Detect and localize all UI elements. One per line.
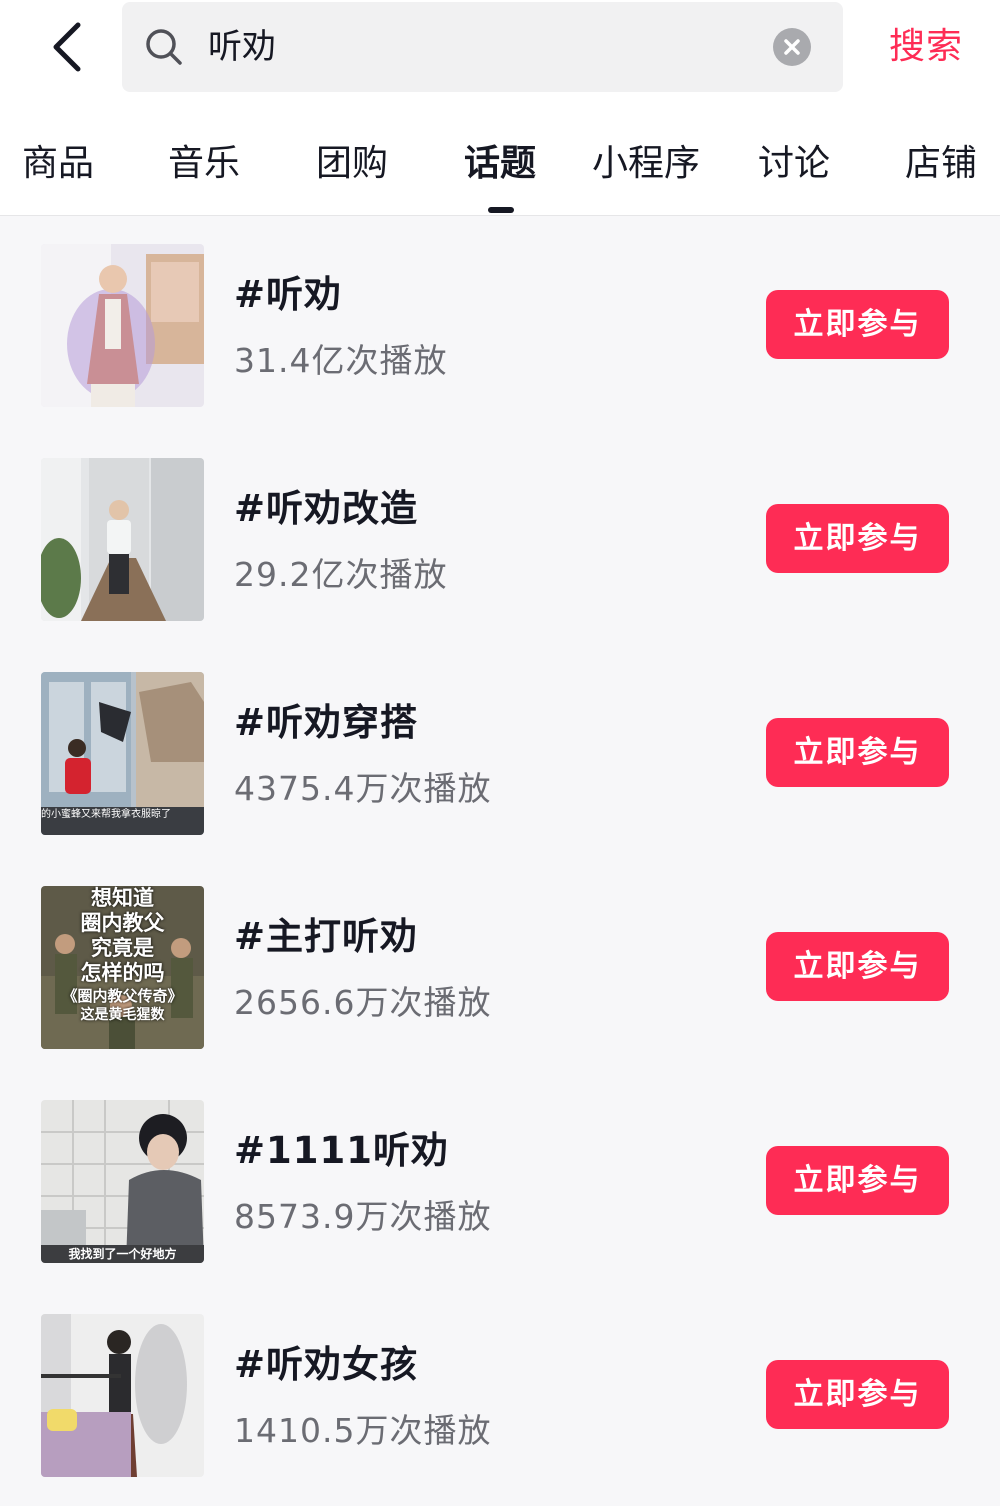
thumbnail-caption-line: 究竟是: [91, 936, 154, 960]
topic-title: #听劝: [234, 273, 343, 316]
thumbnail-caption-line: 《圈内教父传奇》: [62, 987, 183, 1005]
topic-thumbnail: 的小蜜蜂又来帮我拿衣服晾了: [41, 672, 204, 835]
topic-play-count: 1410.5万次播放: [234, 1411, 492, 1450]
topic-row[interactable]: #听劝改造 29.2亿次播放 立即参与: [0, 430, 1000, 644]
back-button[interactable]: [40, 16, 96, 78]
tab-music[interactable]: 音乐: [168, 136, 240, 192]
topic-row[interactable]: #听劝女孩 1410.5万次播放 立即参与: [0, 1286, 1000, 1500]
topic-title: #1111听劝: [234, 1129, 449, 1172]
topic-play-count: 4375.4万次播放: [234, 769, 492, 808]
tab-mini-programs[interactable]: 小程序: [592, 136, 700, 192]
tab-discussion[interactable]: 讨论: [758, 136, 830, 192]
tab-group-buy[interactable]: 团购: [316, 136, 388, 192]
topic-play-count: 31.4亿次播放: [234, 341, 448, 380]
topic-row[interactable]: 想知道 圈内教父 究竟是 怎样的吗 《圈内教父传奇》 这是黄毛猩数 #主打听劝 …: [0, 858, 1000, 1072]
topic-row[interactable]: 的小蜜蜂又来帮我拿衣服晾了 #听劝穿搭 4375.4万次播放 立即参与: [0, 644, 1000, 858]
topic-play-count: 29.2亿次播放: [234, 555, 448, 594]
search-button[interactable]: 搜索: [878, 18, 974, 76]
close-icon: [784, 39, 800, 55]
topic-row[interactable]: 我找到了一个好地方 #1111听劝 8573.9万次播放 立即参与: [0, 1072, 1000, 1286]
search-input[interactable]: [208, 20, 768, 74]
search-icon: [146, 29, 182, 65]
thumbnail-caption-line: 怎样的吗: [80, 961, 165, 985]
join-topic-button[interactable]: 立即参与: [766, 1146, 949, 1215]
tab-shops[interactable]: 店铺: [905, 136, 977, 192]
topic-thumbnail: [41, 458, 204, 621]
topic-title: #听劝改造: [234, 487, 419, 530]
chevron-left-icon: [53, 22, 81, 72]
category-tabs: 商品 音乐 团购 话题 小程序 讨论 店铺: [0, 106, 1000, 216]
tab-products[interactable]: 商品: [22, 136, 94, 192]
clear-search-button[interactable]: [773, 28, 811, 66]
thumbnail-caption: 我找到了一个好地方: [68, 1247, 177, 1261]
tab-topics[interactable]: 话题: [464, 136, 536, 192]
thumbnail-caption-line: 圈内教父: [80, 911, 165, 935]
topic-title: #听劝穿搭: [234, 701, 419, 744]
thumbnail-caption: 想知道 圈内教父 究竟是 怎样的吗 《圈内教父传奇》 这是黄毛猩数: [41, 886, 204, 1024]
topic-thumbnail: [41, 1314, 204, 1477]
search-box[interactable]: [122, 2, 843, 92]
thumbnail-caption: 的小蜜蜂又来帮我拿衣服晾了: [41, 809, 171, 820]
topic-play-count: 8573.9万次播放: [234, 1197, 492, 1236]
active-tab-indicator: [488, 207, 514, 213]
topic-thumbnail: 我找到了一个好地方: [41, 1100, 204, 1263]
join-topic-button[interactable]: 立即参与: [766, 290, 949, 359]
topic-list: #听劝 31.4亿次播放 立即参与 #听劝改造 29.2亿次播放 立即参与 的小…: [0, 216, 1000, 1506]
top-bar: 搜索: [0, 0, 1000, 106]
join-topic-button[interactable]: 立即参与: [766, 1360, 949, 1429]
join-topic-button[interactable]: 立即参与: [766, 504, 949, 573]
topic-play-count: 2656.6万次播放: [234, 983, 492, 1022]
join-topic-button[interactable]: 立即参与: [766, 932, 949, 1001]
join-topic-button[interactable]: 立即参与: [766, 718, 949, 787]
topic-thumbnail: 想知道 圈内教父 究竟是 怎样的吗 《圈内教父传奇》 这是黄毛猩数: [41, 886, 204, 1049]
thumbnail-caption-line: 想知道: [91, 886, 154, 910]
thumbnail-caption-line: 这是黄毛猩数: [80, 1007, 165, 1023]
topic-title: #听劝女孩: [234, 1343, 419, 1386]
topic-thumbnail: [41, 244, 204, 407]
topic-row[interactable]: #听劝 31.4亿次播放 立即参与: [0, 216, 1000, 430]
topic-title: #主打听劝: [234, 915, 419, 958]
